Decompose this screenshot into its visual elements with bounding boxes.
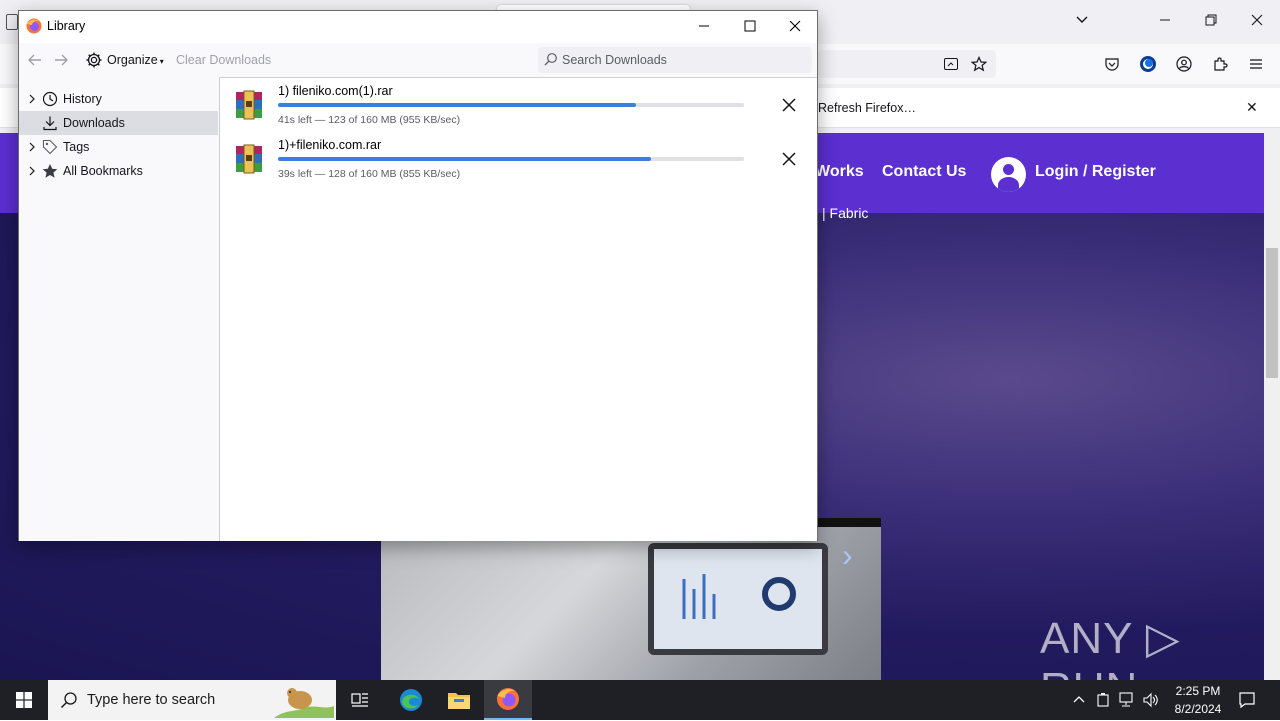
chevron-right-icon[interactable] (27, 93, 37, 104)
search-downloads-input[interactable] (562, 50, 802, 70)
sidebar-item-all-bookmarks[interactable]: All Bookmarks (19, 159, 218, 183)
download-status: 41s left — 123 of 160 MB (955 KB/sec) (278, 114, 461, 126)
refresh-firefox-button[interactable]: Refresh Firefox… (818, 96, 924, 120)
organize-menu-button[interactable]: Organize ▾ (107, 53, 164, 67)
nav-link-works[interactable]: Works (815, 163, 864, 181)
organize-label: Organize (107, 53, 158, 67)
tab-overflow-icon[interactable] (6, 14, 18, 30)
clear-downloads-button[interactable]: Clear Downloads (176, 53, 271, 67)
star-icon (42, 163, 58, 179)
windows-start-button[interactable] (0, 680, 48, 720)
hero-photo-bar (818, 518, 881, 527)
download-progress-track (278, 157, 744, 161)
gear-icon[interactable] (85, 51, 103, 69)
page-scroll-thumb[interactable] (1266, 248, 1278, 378)
library-titlebar: Library (19, 11, 817, 43)
pocket-icon[interactable] (1102, 54, 1122, 74)
chevron-down-icon: ▾ (159, 57, 164, 66)
laptop-illustration (648, 543, 828, 655)
clock-icon (42, 91, 58, 107)
sidebar-item-label: Downloads (63, 116, 125, 130)
search-highlight-illustration (274, 682, 334, 718)
windows-logo-icon (16, 692, 32, 708)
account-icon[interactable] (1174, 54, 1194, 74)
download-progress-track (278, 103, 744, 107)
search-downloads-box[interactable] (538, 47, 812, 73)
browser-restore-icon[interactable] (1199, 10, 1223, 34)
download-icon (42, 115, 58, 131)
sidebar-item-downloads[interactable]: Downloads (19, 111, 218, 135)
sidebar-item-history[interactable]: History (19, 87, 218, 111)
firefox-logo-icon (26, 18, 42, 34)
tag-icon (42, 139, 58, 155)
firefox-taskbar-icon[interactable] (484, 680, 532, 720)
volume-icon[interactable] (1141, 690, 1161, 710)
download-status: 39s left — 128 of 160 MB (855 KB/sec) (278, 168, 461, 180)
download-progress-fill (278, 157, 651, 161)
notification-close-icon[interactable]: ✕ (1246, 99, 1258, 116)
cancel-download-icon[interactable] (780, 96, 798, 114)
winrar-archive-icon (233, 144, 265, 174)
taskbar-search-box[interactable]: Type here to search (48, 680, 336, 720)
download-file-name: 1) fileniko.com(1).rar (278, 84, 393, 98)
anyrun-watermark: ANY ▷ RUN (1040, 614, 1181, 680)
chevron-right-icon[interactable] (27, 141, 37, 152)
hamburger-menu-icon[interactable] (1246, 54, 1266, 74)
back-arrow-icon[interactable] (27, 52, 43, 68)
list-all-tabs-icon[interactable] (1070, 10, 1094, 34)
page-scrollbar[interactable] (1264, 133, 1280, 680)
carousel-next-icon[interactable]: › (842, 537, 853, 574)
library-sidebar: History Downloads Tags All Bookmarks (19, 77, 219, 541)
sidebar-item-label: Tags (63, 140, 90, 154)
nav-link-contact[interactable]: Contact Us (882, 163, 966, 181)
bookmark-star-icon[interactable] (969, 54, 989, 74)
network-icon[interactable] (1117, 690, 1137, 710)
library-title: Library (47, 19, 86, 33)
sidebar-item-label: History (63, 92, 102, 106)
notifications-icon[interactable] (1237, 690, 1257, 710)
sidebar-item-label: All Bookmarks (63, 164, 143, 178)
clock-time[interactable]: 2:25 PM (1173, 684, 1223, 698)
battery-icon[interactable] (1093, 690, 1113, 710)
library-toolbar: Organize ▾ Clear Downloads (19, 43, 817, 77)
library-close-icon[interactable] (772, 11, 818, 41)
file-explorer-icon[interactable] (435, 680, 483, 720)
windows-taskbar: Type here to search 2:25 PM 8/2/2024 (0, 680, 1280, 720)
download-file-name: 1)+fileniko.com.rar (278, 138, 382, 152)
browser-close-icon[interactable] (1245, 10, 1269, 34)
download-item[interactable]: 1)+fileniko.com.rar 39s left — 128 of 16… (220, 132, 817, 186)
library-window: Library Organize ▾ Clear Downloads Searc… (18, 10, 818, 541)
extensions-puzzle-icon[interactable] (1210, 54, 1230, 74)
browser-minimize-icon[interactable] (1153, 10, 1177, 34)
download-item[interactable]: 1) fileniko.com(1).rar 41s left — 123 of… (220, 78, 817, 132)
clock-date[interactable]: 8/2/2024 (1168, 702, 1228, 716)
library-minimize-icon[interactable] (681, 11, 727, 41)
chevron-right-icon[interactable] (27, 165, 37, 176)
task-view-icon[interactable] (336, 680, 384, 720)
sidebar-item-tags[interactable]: Tags (19, 135, 218, 159)
search-icon (544, 52, 560, 68)
download-progress-fill (278, 103, 637, 107)
taskbar-search-placeholder: Type here to search (87, 692, 216, 708)
search-icon (60, 691, 78, 709)
extension-blue-icon[interactable] (1138, 54, 1158, 74)
edge-browser-icon[interactable] (387, 680, 435, 720)
cancel-download-icon[interactable] (780, 150, 798, 168)
tray-chevron-up-icon[interactable] (1069, 690, 1089, 710)
user-avatar-icon[interactable] (991, 157, 1026, 192)
nav-link-login[interactable]: Login / Register (1035, 163, 1156, 181)
winrar-archive-icon (233, 90, 265, 120)
downloads-list: 1) fileniko.com(1).rar 41s left — 123 of… (219, 77, 817, 541)
hero-subtext: | Fabric (822, 205, 869, 221)
forward-arrow-icon[interactable] (53, 52, 69, 68)
library-maximize-icon[interactable] (727, 11, 773, 41)
reader-view-icon[interactable] (941, 54, 961, 74)
